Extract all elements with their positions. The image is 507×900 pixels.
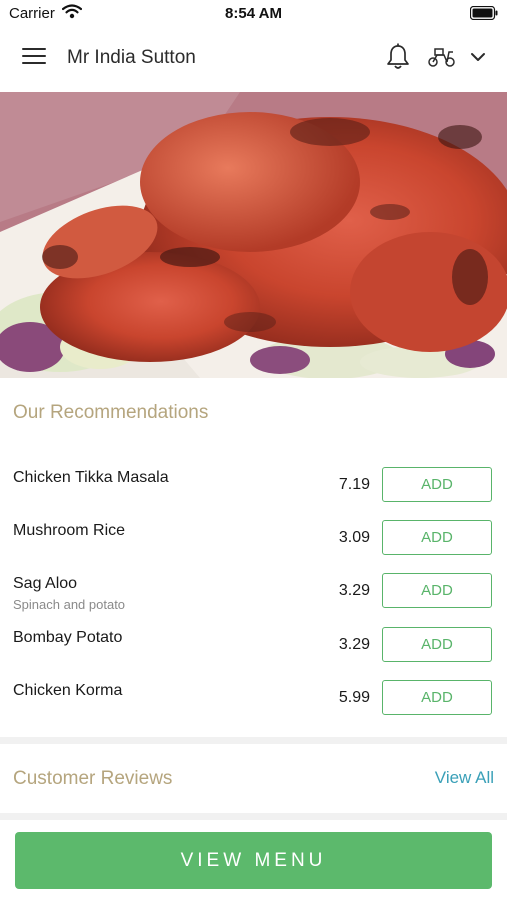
item-name: Mushroom Rice [13,522,126,539]
section-divider [0,813,507,820]
item-price: 3.29 [338,582,370,599]
item-description: Spinach and potato [13,597,126,612]
add-button[interactable]: ADD [382,627,492,662]
status-bar: Carrier 8:54 AM [0,0,507,28]
add-button[interactable]: ADD [382,680,492,715]
item-price: 3.09 [338,529,370,546]
restaurant-name: Mr India Sutton [67,47,196,68]
recommendation-item: Chicken Tikka Masala 7.19 ADD [0,467,507,515]
item-name: Chicken Tikka Masala [13,469,169,486]
scooter-icon[interactable] [427,46,457,73]
reviews-title: Customer Reviews [13,768,173,789]
item-price: 7.19 [338,476,370,493]
recommendation-item: Mushroom Rice 3.09 ADD [0,520,507,568]
view-menu-button[interactable]: VIEW MENU [15,832,492,889]
app-header: Mr India Sutton [0,28,507,92]
item-name: Bombay Potato [13,629,123,646]
section-divider [0,737,507,744]
item-price: 5.99 [338,689,370,706]
recommendations-title: Our Recommendations [13,402,209,423]
bell-icon[interactable] [386,43,410,76]
status-time: 8:54 AM [225,5,282,22]
add-button[interactable]: ADD [382,520,492,555]
recommendation-item: Sag Aloo Spinach and potato 3.29 ADD [0,573,507,621]
recommendation-item: Bombay Potato 3.29 ADD [0,627,507,675]
chevron-down-icon[interactable] [470,50,486,68]
recommendation-item: Chicken Korma 5.99 ADD [0,680,507,728]
item-name: Chicken Korma [13,682,123,699]
item-price: 3.29 [338,636,370,653]
hero-food-image [0,92,507,378]
item-name: Sag Aloo [13,575,78,592]
view-all-link[interactable]: View All [435,768,494,788]
add-button[interactable]: ADD [382,467,492,502]
menu-icon[interactable] [22,48,46,70]
battery-icon [469,5,498,25]
add-button[interactable]: ADD [382,573,492,608]
